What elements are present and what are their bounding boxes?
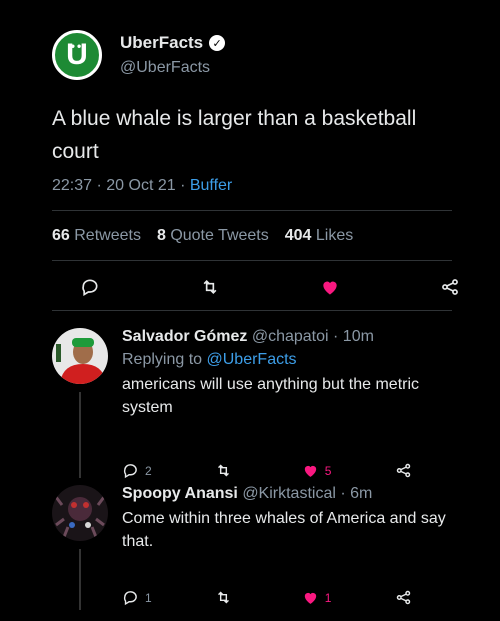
retweets-label: Retweets: [74, 227, 141, 244]
likes-stat[interactable]: 404 Likes: [285, 227, 354, 245]
share-icon: [396, 463, 411, 478]
thread-line: [79, 392, 81, 478]
reply-count: 1: [145, 590, 152, 605]
avatar[interactable]: •• U: [52, 30, 102, 80]
share-icon: [396, 590, 411, 605]
display-name-text: UberFacts: [120, 33, 204, 52]
tweet-text: A blue whale is larger than a basketball…: [52, 107, 417, 163]
share-button[interactable]: [395, 462, 412, 479]
replying-to: Replying to @UberFacts: [122, 351, 462, 369]
reply-body: Salvador Gómez @chapatoi · 10m Replying …: [122, 328, 462, 419]
reply-header: Spoopy Anansi @Kirktastical · 6m: [122, 485, 462, 503]
reply-body: Spoopy Anansi @Kirktastical · 6m Come wi…: [122, 485, 462, 553]
reply-actions: 1 1: [122, 589, 412, 606]
share-button[interactable]: [395, 589, 412, 606]
mention-link[interactable]: @UberFacts: [207, 351, 297, 368]
tweet-stats: 66 Retweets 8 Quote Tweets 404 Likes: [52, 227, 353, 245]
likes-count: 404: [284, 227, 312, 244]
like-count: 5: [324, 463, 332, 478]
reply-author-handle[interactable]: @chapatoi: [252, 328, 329, 345]
replying-prefix: Replying to: [122, 351, 207, 368]
verified-badge-icon: ✓: [209, 35, 226, 51]
retweet-button[interactable]: [215, 462, 238, 479]
author-names: UberFacts ✓ @UberFacts: [120, 33, 226, 77]
avatar-dots: ••: [70, 39, 84, 53]
reply-author-name[interactable]: Spoopy Anansi: [122, 485, 238, 502]
retweet-button[interactable]: [215, 589, 238, 606]
reply-icon[interactable]: [80, 277, 100, 297]
reply-icon: [123, 464, 137, 479]
tweet-author[interactable]: •• U UberFacts ✓ @UberFacts: [52, 30, 226, 80]
reply-author-handle[interactable]: @Kirktastical: [242, 485, 336, 502]
reply-button[interactable]: 2: [122, 462, 152, 479]
reply-text: Come within three whales of America and …: [122, 510, 446, 550]
reply-time[interactable]: · 10m: [333, 328, 374, 345]
author-handle[interactable]: @UberFacts: [120, 59, 225, 77]
retweets-stat[interactable]: 66 Retweets: [52, 227, 141, 245]
divider: [52, 260, 452, 261]
retweet-icon[interactable]: [200, 277, 220, 297]
reply-tweet: Salvador Gómez @chapatoi · 10m Replying …: [52, 328, 462, 479]
reply-actions: 2 5: [122, 462, 412, 479]
tweet-detail: •• U UberFacts ✓ @UberFacts A blue whale…: [40, 20, 465, 610]
retweet-icon: [218, 591, 230, 604]
share-icon[interactable]: [440, 277, 460, 297]
reply-button[interactable]: 1: [122, 589, 152, 606]
quotes-count: 8: [156, 227, 166, 244]
reply-tweet: Spoopy Anansi @Kirktastical · 6m Come wi…: [52, 485, 462, 610]
reply-author-name[interactable]: Salvador Gómez: [122, 328, 247, 345]
retweets-count: 66: [52, 227, 70, 244]
like-button[interactable]: 5: [302, 462, 332, 479]
tweet-actions: [80, 277, 460, 297]
quotes-label: Quote Tweets: [170, 227, 269, 244]
avatar[interactable]: [52, 485, 108, 541]
likes-label: Likes: [315, 227, 354, 244]
tweet-meta: 22:37 · 20 Oct 21 · Buffer: [52, 177, 232, 195]
like-button[interactable]: 1: [302, 589, 332, 606]
reply-header: Salvador Gómez @chapatoi · 10m: [122, 328, 462, 346]
tweet-timestamp[interactable]: 22:37 · 20 Oct 21 ·: [52, 177, 190, 194]
heart-icon: [304, 592, 316, 604]
divider: [52, 310, 452, 311]
heart-icon[interactable]: [320, 277, 340, 297]
thread-line: [79, 549, 81, 610]
divider: [52, 210, 452, 211]
reply-time[interactable]: · 6m: [340, 485, 372, 502]
reply-count: 2: [145, 463, 152, 478]
like-count: 1: [324, 590, 332, 605]
reply-text: americans will use anything but the metr…: [122, 376, 420, 416]
quotes-stat[interactable]: 8 Quote Tweets: [157, 227, 269, 245]
heart-icon: [304, 465, 316, 477]
tweet-source[interactable]: Buffer: [190, 177, 232, 194]
retweet-icon: [218, 464, 230, 477]
reply-icon: [123, 591, 137, 606]
avatar[interactable]: [52, 328, 108, 384]
author-display-name[interactable]: UberFacts ✓: [120, 33, 226, 53]
